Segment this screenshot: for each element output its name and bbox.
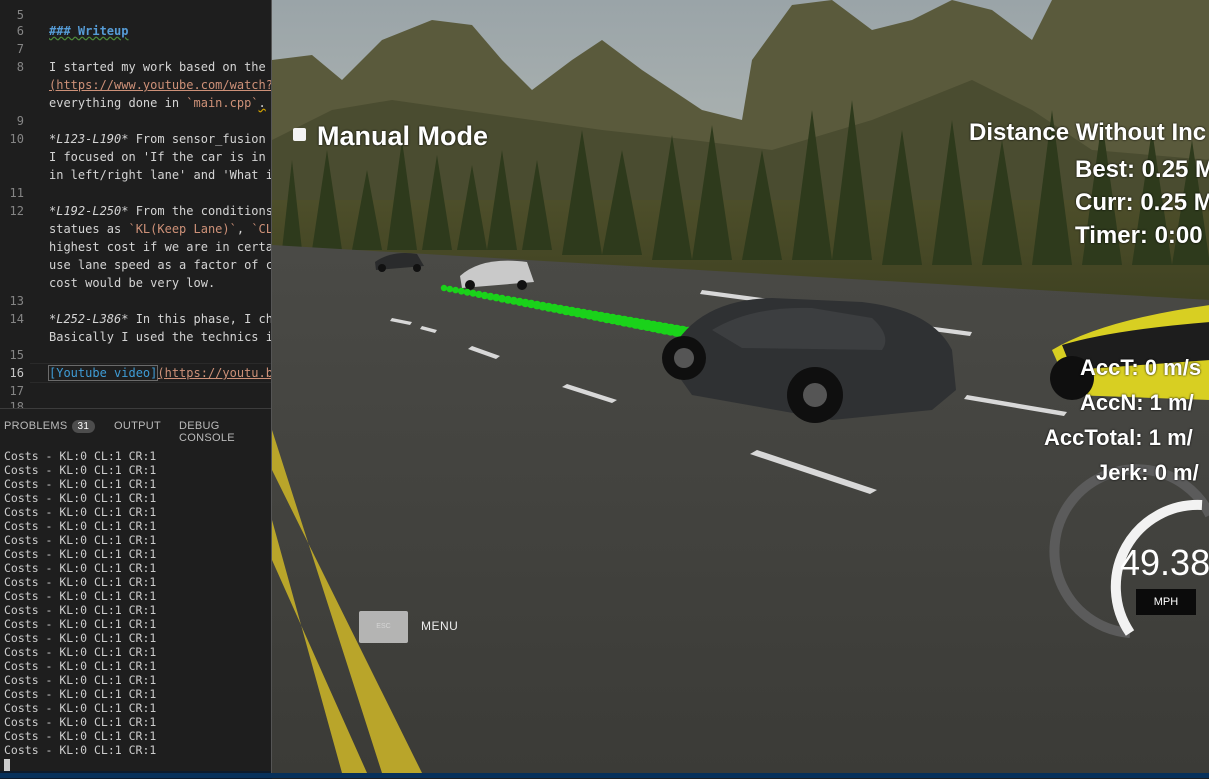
code-line: (https://www.youtube.com/watch? (49, 76, 272, 94)
terminal-line: Costs - KL:0 CL:1 CR:1 (4, 715, 157, 729)
timer: Timer: 0:00 (1075, 222, 1203, 249)
terminal-line: Costs - KL:0 CL:1 CR:1 (4, 463, 157, 477)
jerk: Jerk: 0 m/ (1096, 460, 1199, 485)
line-number: 13 (9, 294, 24, 308)
terminal-line: Costs - KL:0 CL:1 CR:1 (4, 547, 157, 561)
acc-n: AccN: 1 m/ (1080, 390, 1194, 415)
path-dot (458, 287, 465, 295)
path-dot (440, 284, 448, 292)
distance-title: Distance Without Inc (969, 119, 1207, 146)
acc-total: AccTotal: 1 m/ (1044, 425, 1193, 450)
terminal-line: Costs - KL:0 CL:1 CR:1 (4, 743, 157, 757)
terminal-line: Costs - KL:0 CL:1 CR:1 (4, 729, 157, 743)
line-number: 18 (9, 400, 24, 408)
terminal-line: Costs - KL:0 CL:1 CR:1 (4, 603, 157, 617)
line-number: 15 (9, 348, 24, 362)
terminal-line: Costs - KL:0 CL:1 CR:1 (4, 687, 157, 701)
path-dot (446, 285, 454, 293)
terminal-line: Costs - KL:0 CL:1 CR:1 (4, 491, 157, 505)
code-line: [Youtube video](https://youtu.b (47, 364, 272, 382)
markdown-heading: ### Writeup (49, 24, 129, 38)
terminal-line: Costs - KL:0 CL:1 CR:1 (4, 645, 157, 659)
terminal-line: Costs - KL:0 CL:1 CR:1 (4, 519, 157, 533)
speed-value: 49.38 (1120, 542, 1209, 583)
acc-t: AccT: 0 m/s (1080, 355, 1202, 380)
line-number: 10 (9, 132, 24, 146)
url-link[interactable]: (https://www.youtube.com/watch? (49, 78, 272, 92)
menu-label[interactable]: MENU (421, 619, 458, 633)
line-number: 11 (9, 186, 24, 200)
code-line: I started my work based on the (49, 60, 266, 74)
terminal-line: Costs - KL:0 CL:1 CR:1 (4, 505, 157, 519)
tab-debug-console[interactable]: DEBUG CONSOLE (179, 420, 272, 444)
code-line: cost would be very low. (49, 276, 216, 290)
terminal-line: Costs - KL:0 CL:1 CR:1 (4, 659, 157, 673)
best-distance: Best: 0.25 M (1075, 156, 1209, 183)
tab-problems[interactable]: PROBLEMS 31 (4, 420, 96, 433)
terminal-line: Costs - KL:0 CL:1 CR:1 (4, 477, 157, 491)
line-number: 14 (9, 312, 24, 326)
code-editor[interactable]: 5 6 7 8 9 10 11 12 13 14 15 16 17 18 ###… (0, 0, 272, 408)
line-number-gutter: 5 6 7 8 9 10 11 12 13 14 15 16 17 18 (0, 0, 30, 408)
terminal-line: Costs - KL:0 CL:1 CR:1 (4, 575, 157, 589)
terminal-line: Costs - KL:0 CL:1 CR:1 (4, 533, 157, 547)
terminal-output[interactable]: Costs - KL:0 CL:1 CR:1 Costs - KL:0 CL:1 … (4, 449, 156, 776)
current-distance: Curr: 0.25 M (1075, 189, 1209, 216)
code-line: use lane speed as a factor of c (49, 258, 272, 272)
manual-mode-label: Manual Mode (317, 121, 489, 151)
path-dot (452, 286, 459, 294)
driving-scene (272, 0, 1209, 773)
markdown-link-label[interactable]: [Youtube video] (47, 365, 159, 381)
code-line: statues as `KL(Keep Lane)`, `CL (49, 222, 272, 236)
code-line: *L192-L250* From the conditions (49, 204, 272, 218)
code-line: I focused on 'If the car is in (49, 150, 266, 164)
code-line: Basically I used the technics i (49, 330, 272, 344)
code-line: *L123-L190* From sensor_fusion (49, 132, 266, 146)
code-line: highest cost if we are in certa (49, 240, 272, 254)
line-number: 9 (16, 114, 24, 128)
line-number: 8 (16, 60, 24, 74)
terminal-line: Costs - KL:0 CL:1 CR:1 (4, 449, 157, 463)
panel-tabs: PROBLEMS 31 OUTPUT DEBUG CONSOLE (0, 409, 272, 444)
problems-count-badge: 31 (71, 420, 96, 433)
terminal-line: Costs - KL:0 CL:1 CR:1 (4, 673, 157, 687)
terminal-line: Costs - KL:0 CL:1 CR:1 (4, 617, 157, 631)
terminal-line: Costs - KL:0 CL:1 CR:1 (4, 589, 157, 603)
esc-key-button[interactable]: ESC (359, 611, 408, 643)
desktop-edge (0, 773, 1209, 778)
simulator-window[interactable]: Manual Mode Distance Without Inc Best: 0… (271, 0, 1209, 773)
line-number: 6 (16, 24, 24, 38)
line-number: 7 (16, 42, 24, 56)
terminal-line: Costs - KL:0 CL:1 CR:1 (4, 701, 157, 715)
code-line: in left/right lane' and 'What i (49, 168, 272, 182)
code-line: everything done in `main.cpp`. (49, 96, 266, 110)
terminal-line: Costs - KL:0 CL:1 CR:1 (4, 631, 157, 645)
line-number: 12 (9, 204, 24, 218)
speed-unit: MPH (1136, 589, 1196, 615)
line-number-active: 16 (9, 366, 24, 380)
manual-mode-checkbox[interactable] (293, 128, 306, 141)
url-link[interactable]: (https://youtu.b (157, 366, 272, 380)
code-line: *L252-L386* In this phase, I ch (49, 312, 272, 326)
tab-output[interactable]: OUTPUT (114, 420, 161, 432)
bottom-panel: PROBLEMS 31 OUTPUT DEBUG CONSOLE Costs - … (0, 408, 272, 779)
terminal-line: Costs - KL:0 CL:1 CR:1 (4, 561, 157, 575)
